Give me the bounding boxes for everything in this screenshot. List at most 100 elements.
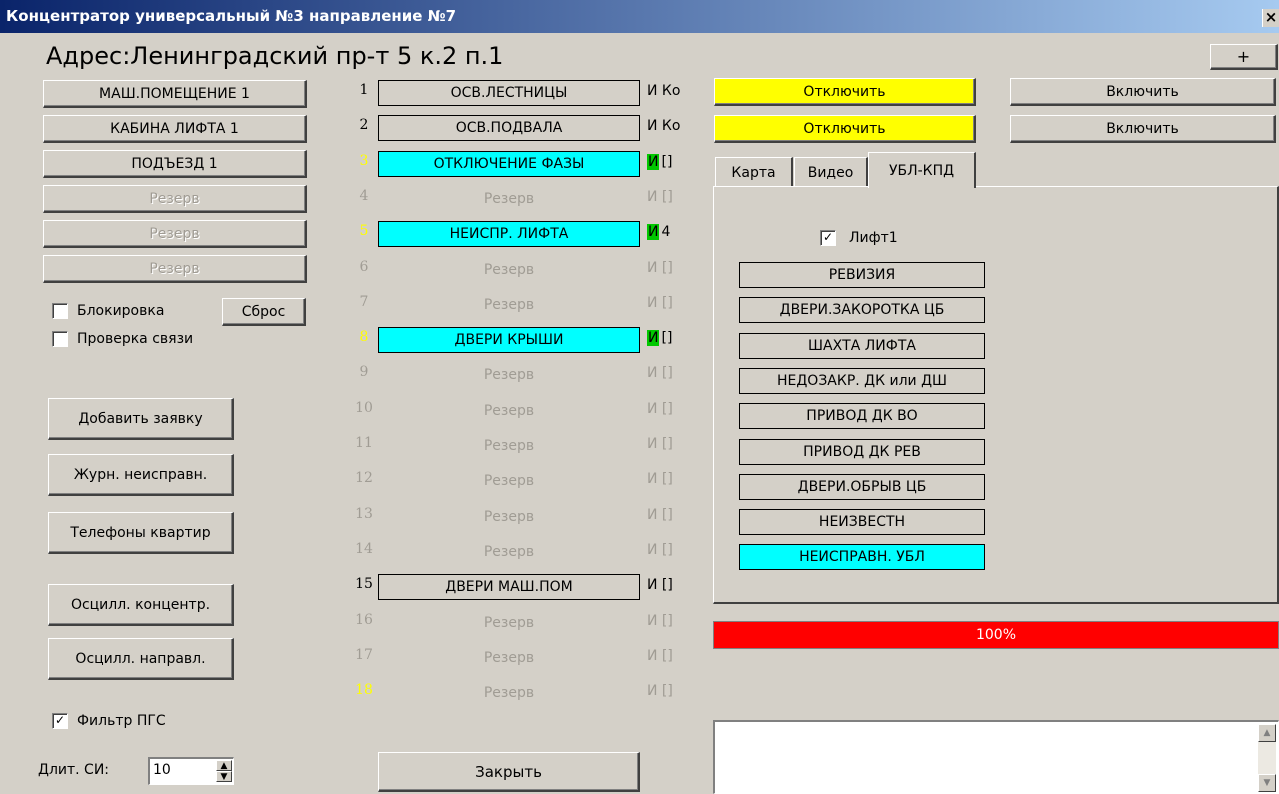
tab-panel-ubl-kpd: ✓ Лифт1 РЕВИЗИЯ ДВЕРИ.ЗАКОРОТКА ЦБ ШАХТА Л… xyxy=(713,186,1279,604)
close-window-button[interactable]: Закрыть xyxy=(378,752,640,792)
action-button-1[interactable]: Добавить заявку xyxy=(48,398,234,440)
indicator-text: И Ко xyxy=(647,83,681,99)
indicator-text: И [] xyxy=(647,259,673,276)
on-button-1[interactable]: Включить xyxy=(1010,78,1276,106)
on-button-2[interactable]: Включить xyxy=(1010,115,1276,143)
block-checkbox[interactable] xyxy=(52,303,68,319)
zone-button-5[interactable]: Резерв xyxy=(43,220,307,248)
lift-checkbox[interactable]: ✓ xyxy=(820,230,836,246)
action-button-3[interactable]: Телефоны квартир xyxy=(48,512,234,554)
signal-number: 6 xyxy=(359,258,369,275)
ubl-status-item[interactable]: ДВЕРИ.ЗАКОРОТКА ЦБ xyxy=(739,297,985,324)
signal-label[interactable]: Резерв xyxy=(378,292,640,318)
ubl-status-item[interactable]: РЕВИЗИЯ xyxy=(739,262,985,288)
signal-indicator: И Ко xyxy=(647,83,680,99)
lift-checkbox-row[interactable]: ✓ Лифт1 xyxy=(820,230,898,246)
zone-button-1[interactable]: МАШ.ПОМЕЩЕНИЕ 1 xyxy=(43,80,307,108)
signal-label[interactable]: ОСВ.ЛЕСТНИЦЫ xyxy=(378,80,640,106)
log-scrollbar[interactable]: ▲ ▼ xyxy=(1258,724,1276,792)
indicator-text: И [] xyxy=(647,541,673,558)
duration-value[interactable]: 10 xyxy=(153,762,171,778)
off-button-1[interactable]: Отключить xyxy=(714,78,976,106)
scroll-down-icon[interactable]: ▼ xyxy=(1258,774,1276,792)
indicator-i-active: И xyxy=(647,224,660,241)
signal-indicator: И [] xyxy=(647,648,673,664)
action-button-5[interactable]: Осцилл. направл. xyxy=(48,638,234,680)
zone-button-6[interactable]: Резерв xyxy=(43,255,307,283)
pgs-filter-row[interactable]: ✓ Фильтр ПГС xyxy=(52,713,166,729)
signal-indicator: И Ко xyxy=(647,118,680,134)
signal-number: 18 xyxy=(355,682,373,699)
signal-label[interactable]: Резерв xyxy=(378,186,640,212)
tab-1[interactable]: Карта xyxy=(715,157,793,187)
signal-indicator: И [] xyxy=(647,436,673,452)
block-checkbox-row[interactable]: Блокировка xyxy=(52,303,164,319)
signal-label[interactable]: ОТКЛЮЧЕНИЕ ФАЗЫ xyxy=(378,150,640,177)
indicator-text: И Ко xyxy=(647,118,681,135)
indicator-text: И [] xyxy=(647,577,673,594)
zone-button-2[interactable]: КАБИНА ЛИФТА 1 xyxy=(43,115,307,143)
ubl-status-item[interactable]: ПРИВОД ДК ВО xyxy=(739,403,985,430)
action-button-2[interactable]: Журн. неисправн. xyxy=(48,454,234,496)
signal-label[interactable]: Резерв xyxy=(378,610,640,636)
signal-label[interactable]: Резерв xyxy=(378,504,640,530)
signal-number: 1 xyxy=(359,82,369,98)
progress-label: 100% xyxy=(975,627,1017,643)
indicator-text: И [] xyxy=(647,612,673,629)
ubl-status-item[interactable]: НЕДОЗАКР. ДК или ДШ xyxy=(739,367,985,394)
signal-label[interactable]: ДВЕРИ МАШ.ПОМ xyxy=(378,574,640,601)
signal-indicator: И [] xyxy=(647,471,673,487)
scroll-up-icon[interactable]: ▲ xyxy=(1258,724,1276,742)
spin-up-icon[interactable]: ▲ xyxy=(216,760,232,771)
signal-label[interactable]: Резерв xyxy=(378,257,640,283)
signal-label[interactable]: Резерв xyxy=(378,398,640,424)
log-textarea[interactable]: ▲ ▼ xyxy=(713,720,1279,794)
indicator-text: И [] xyxy=(647,400,673,417)
indicator-state: [] xyxy=(661,153,673,170)
tab-2[interactable]: Видео xyxy=(794,157,868,187)
signal-number: 17 xyxy=(355,646,373,663)
off-button-2[interactable]: Отключить xyxy=(714,115,976,143)
signal-indicator: И [] xyxy=(647,189,673,205)
link-check-checkbox[interactable] xyxy=(52,331,68,347)
ubl-status-item[interactable]: НЕИЗВЕСТН xyxy=(739,509,985,536)
ubl-status-item[interactable]: ШАХТА ЛИФТА xyxy=(739,332,985,359)
indicator-state: 4 xyxy=(661,224,671,241)
signal-number: 11 xyxy=(355,435,373,451)
signal-label[interactable]: Резерв xyxy=(378,539,640,565)
signal-label[interactable]: НЕИСПР. ЛИФТА xyxy=(378,221,640,248)
signal-label[interactable]: ДВЕРИ КРЫШИ xyxy=(378,327,640,354)
signal-label[interactable]: Резерв xyxy=(378,645,640,671)
close-button[interactable]: × xyxy=(1262,9,1279,27)
action-button-4[interactable]: Осцилл. концентр. xyxy=(48,584,234,626)
signal-label[interactable]: Резерв xyxy=(378,433,640,459)
signal-number: 16 xyxy=(355,611,373,628)
signal-label[interactable]: Резерв xyxy=(378,468,640,494)
duration-spinbox[interactable]: 10 ▲ ▼ xyxy=(148,757,234,785)
spin-down-icon[interactable]: ▼ xyxy=(216,771,232,782)
signal-indicator: И[] xyxy=(647,153,673,170)
indicator-i-active: И xyxy=(647,330,660,347)
pgs-filter-checkbox[interactable]: ✓ xyxy=(52,713,68,729)
ubl-status-item[interactable]: ДВЕРИ.ОБРЫВ ЦБ xyxy=(739,473,985,500)
address-label: Адрес:Ленинградский пр-т 5 к.2 п.1 xyxy=(46,42,504,70)
signal-indicator: И [] xyxy=(647,295,673,311)
ubl-status-item[interactable]: ПРИВОД ДК РЕВ xyxy=(739,438,985,465)
plus-button[interactable]: + xyxy=(1210,44,1278,70)
signal-number: 15 xyxy=(355,576,373,593)
signal-indicator: И [] xyxy=(647,260,673,276)
ubl-status-item[interactable]: НЕИСПРАВН. УБЛ xyxy=(739,544,985,571)
signal-label[interactable]: ОСВ.ПОДВАЛА xyxy=(378,115,640,142)
progress-bar: 100% xyxy=(713,621,1279,649)
signal-label[interactable]: Резерв xyxy=(378,362,640,388)
signal-label[interactable]: Резерв xyxy=(378,680,640,706)
zone-button-4[interactable]: Резерв xyxy=(43,185,307,213)
tab-3[interactable]: УБЛ-КПД xyxy=(868,152,976,188)
link-check-label: Проверка связи xyxy=(77,331,194,347)
indicator-text: И [] xyxy=(647,365,673,382)
signal-number: 8 xyxy=(359,329,369,346)
link-check-row[interactable]: Проверка связи xyxy=(52,331,193,347)
zone-button-3[interactable]: ПОДЪЕЗД 1 xyxy=(43,150,307,178)
signal-number: 9 xyxy=(359,364,369,381)
reset-button[interactable]: Сброс xyxy=(222,298,306,326)
